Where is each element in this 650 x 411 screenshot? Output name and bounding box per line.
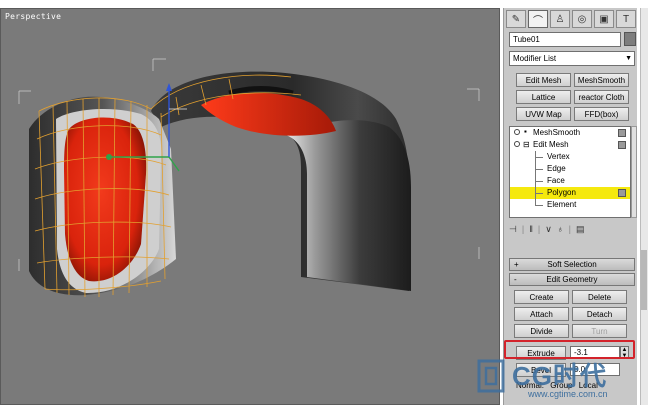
viewport-scene xyxy=(18,58,480,298)
panel-scroll-thumb[interactable] xyxy=(641,250,647,310)
modifier-meshsmooth-button[interactable]: MeshSmooth xyxy=(574,73,629,87)
command-panel-tabs: ✎ ⌒ ♙ ◎ ▣ T xyxy=(506,10,636,30)
stack-item-element[interactable]: Element xyxy=(510,199,630,211)
stack-scrollbar[interactable] xyxy=(631,126,637,218)
stack-item-meshsmooth[interactable]: ▪ MeshSmooth xyxy=(510,127,630,139)
turn-button[interactable]: Turn xyxy=(572,324,627,338)
cgtime-logo xyxy=(477,359,505,393)
watermark-brand: CG时代 xyxy=(512,361,608,391)
display-tab-icon[interactable]: ▣ xyxy=(594,10,614,28)
show-end-result-icon[interactable]: ‖ xyxy=(529,224,533,234)
modifier-state-icon xyxy=(618,129,626,137)
attach-button[interactable]: Attach xyxy=(514,307,569,321)
make-unique-icon[interactable]: ∨ xyxy=(545,224,552,235)
rollout-title: Soft Selection xyxy=(547,260,597,269)
modify-tab-icon[interactable]: ⌒ xyxy=(528,10,548,28)
edit-geometry-rollout-header[interactable]: - Edit Geometry xyxy=(509,273,635,286)
stack-toolbar: ⊣ | ‖ | ∨ ♁ | ▤ xyxy=(509,222,635,236)
max-window: Perspective ✎ ⌒ ♙ ◎ ▣ T Tube01 Modifier … xyxy=(0,0,650,411)
object-name-field[interactable]: Tube01 xyxy=(509,32,621,47)
stack-item-label: MeshSmooth xyxy=(533,128,581,137)
viewport-label[interactable]: Perspective xyxy=(5,12,61,21)
tree-line xyxy=(535,157,543,158)
rollout-title: Edit Geometry xyxy=(546,275,598,284)
stack-item-label: Face xyxy=(547,176,565,185)
stack-item-edit-mesh[interactable]: ⊟ Edit Mesh xyxy=(510,139,630,151)
modifier-uvw-map-button[interactable]: UVW Map xyxy=(516,107,571,121)
modifier-stack[interactable]: ▪ MeshSmooth ⊟ Edit Mesh Vertex Edge Fac… xyxy=(509,126,631,218)
watermark-url: www.cgtime.com.cn xyxy=(528,389,608,399)
stack-item-vertex[interactable]: Vertex xyxy=(510,151,630,163)
divider: | xyxy=(521,224,525,234)
stack-item-label: Edit Mesh xyxy=(533,140,569,149)
tree-line xyxy=(535,205,543,206)
tree-line xyxy=(535,169,543,170)
create-tab-icon[interactable]: ✎ xyxy=(506,10,526,28)
modifier-list-label: Modifier List xyxy=(513,54,557,63)
motion-tab-icon[interactable]: ◎ xyxy=(572,10,592,28)
panel-scrollbar[interactable] xyxy=(640,8,648,405)
modifier-ffd-box-button[interactable]: FFD(box) xyxy=(574,107,629,121)
modifier-list-dropdown[interactable]: Modifier List ▼ xyxy=(509,51,635,66)
soft-selection-rollout-header[interactable]: + Soft Selection xyxy=(509,258,635,271)
lightbulb-icon[interactable] xyxy=(514,129,520,135)
modifier-lattice-button[interactable]: Lattice xyxy=(516,90,571,104)
pin-stack-icon[interactable]: ⊣ xyxy=(509,224,517,235)
object-color-swatch[interactable] xyxy=(624,32,636,46)
stack-item-label: Element xyxy=(547,200,577,209)
modifier-state-icon xyxy=(618,141,626,149)
tree-line xyxy=(535,181,543,182)
modifier-reactor-cloth-button[interactable]: reactor Cloth xyxy=(574,90,629,104)
detach-button[interactable]: Detach xyxy=(572,307,627,321)
divider: | xyxy=(537,224,541,234)
stack-item-polygon[interactable]: Polygon xyxy=(510,187,630,199)
divider: | xyxy=(568,224,571,234)
utilities-tab-icon[interactable]: T xyxy=(616,10,636,28)
subobject-state-icon xyxy=(618,189,626,197)
configure-sets-icon[interactable]: ▤ xyxy=(576,224,585,235)
stack-item-face[interactable]: Face xyxy=(510,175,630,187)
remove-modifier-icon[interactable]: ♁ xyxy=(557,224,564,234)
hierarchy-tab-icon[interactable]: ♙ xyxy=(550,10,570,28)
bottom-border xyxy=(0,405,650,411)
collapse-minus-icon[interactable]: ⊟ xyxy=(523,139,530,151)
lightbulb-icon[interactable] xyxy=(514,141,520,147)
stack-item-label: Edge xyxy=(547,164,566,173)
divide-button[interactable]: Divide xyxy=(514,324,569,338)
perspective-viewport[interactable]: Perspective xyxy=(0,8,500,405)
tree-line xyxy=(535,193,543,194)
stack-item-edge[interactable]: Edge xyxy=(510,163,630,175)
create-button[interactable]: Create xyxy=(514,290,569,304)
chevron-down-icon: ▼ xyxy=(625,55,632,62)
stack-item-label: Vertex xyxy=(547,152,570,161)
rollout-sign: + xyxy=(514,260,519,269)
stack-item-label: Polygon xyxy=(547,188,576,197)
delete-button[interactable]: Delete xyxy=(572,290,627,304)
modifier-edit-mesh-button[interactable]: Edit Mesh xyxy=(516,73,571,87)
expand-plus-icon[interactable]: ▪ xyxy=(524,128,532,136)
rollout-sign: - xyxy=(514,275,517,284)
